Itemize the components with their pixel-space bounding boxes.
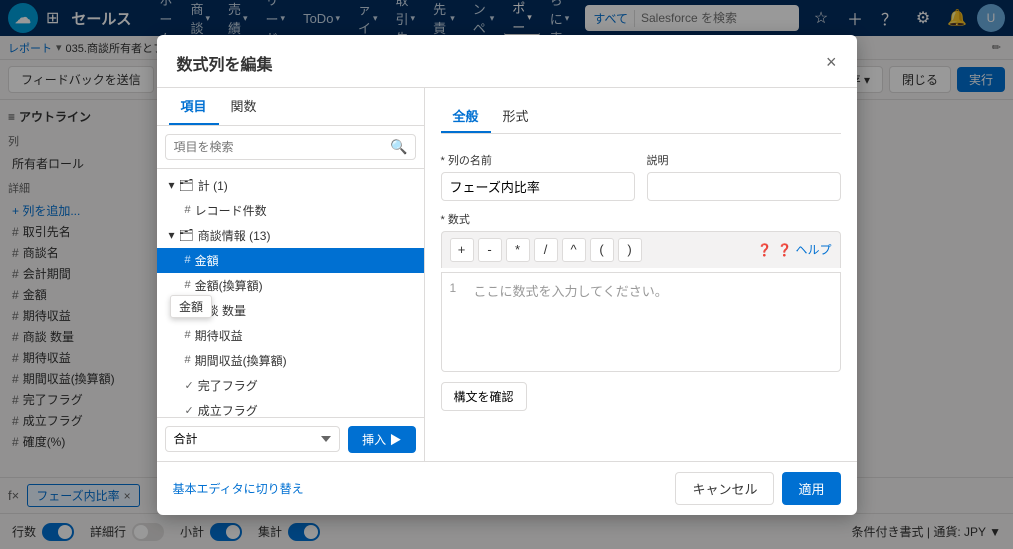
tab-general[interactable]: 全般 — [441, 100, 491, 133]
tree-group-deal-info: ▾ 🗂 商談情報 (13) # 金額 # 金額(換算額) — [157, 223, 424, 417]
tree-item-established-flag-label: 成立フラグ — [198, 402, 258, 417]
modal-overlay: 数式列を編集 × 項目 関数 🔍 ▾ — [0, 0, 1013, 549]
field-tree: ▾ 🗂 計 (1) # レコード件数 ▾ 🗂 — [157, 169, 424, 417]
tree-item-expected-label: 期待収益 — [195, 327, 243, 344]
tree-item-expected-prefix: # — [185, 329, 191, 341]
formula-name-row: * 列の名前 説明 — [441, 152, 841, 201]
tree-item-amount-converted-prefix: # — [185, 279, 191, 291]
tab-functions[interactable]: 関数 — [219, 88, 269, 125]
tree-group-deal-info-header[interactable]: ▾ 🗂 商談情報 (13) — [157, 223, 424, 248]
modal-left-tabs: 項目 関数 — [157, 88, 424, 126]
tree-group-deal-info-label: 商談情報 (13) — [198, 227, 271, 244]
insert-button[interactable]: 挿入 ▶ — [348, 426, 415, 453]
op-multiply[interactable]: * — [506, 238, 530, 262]
formula-name-label: * 列の名前 — [441, 152, 635, 168]
modal-footer-actions: キャンセル 適用 — [675, 472, 840, 505]
formula-name-group: * 列の名前 — [441, 152, 635, 201]
op-close-paren[interactable]: ) — [618, 238, 642, 262]
tooltip-text: 金額 — [179, 300, 203, 314]
tree-item-done-flag-prefix: ✓ — [185, 379, 194, 392]
modal-left-panel: 項目 関数 🔍 ▾ 🗂 計 (1) — [157, 88, 425, 461]
tree-item-period-revenue-prefix: # — [185, 354, 191, 366]
tree-item-period-revenue-label: 期間収益(換算額) — [195, 352, 287, 369]
tree-item-period-revenue[interactable]: # 期間収益(換算額) — [157, 348, 424, 373]
tree-item-done-flag[interactable]: ✓ 完了フラグ — [157, 373, 424, 398]
tree-item-amount-converted-label: 金額(換算額) — [195, 277, 263, 294]
modal-close-button[interactable]: × — [826, 52, 837, 73]
tree-item-amount[interactable]: # 金額 — [157, 248, 424, 273]
tree-group-total-label: 計 (1) — [198, 177, 228, 194]
tree-item-done-flag-label: 完了フラグ — [198, 377, 258, 394]
field-search-icon: 🔍 — [390, 138, 407, 155]
formula-editor-modal: 数式列を編集 × 項目 関数 🔍 ▾ — [157, 35, 857, 515]
tree-item-amount-prefix: # — [185, 254, 191, 266]
formula-desc-input[interactable] — [647, 172, 841, 201]
help-icon: ❓ — [757, 243, 772, 257]
formula-operators: + - * / ^ ( ) ❓ ❓ ヘルプ — [441, 231, 841, 268]
field-search-area: 🔍 — [157, 126, 424, 169]
modal-body: 項目 関数 🔍 ▾ 🗂 計 (1) — [157, 88, 857, 461]
tree-group-deal-info-chevron: ▾ — [169, 228, 175, 242]
modal-right-panel: 全般 形式 * 列の名前 説明 * 数式 + — [425, 88, 857, 461]
tree-item-record-count-prefix: # — [185, 204, 191, 216]
formula-editor[interactable]: 1 ここに数式を入力してください。 — [441, 272, 841, 372]
field-search-input[interactable] — [165, 134, 416, 160]
op-power[interactable]: ^ — [562, 238, 586, 262]
modal-footer: 基本エディタに切り替え キャンセル 適用 — [157, 461, 857, 515]
formula-section-label: * 数式 — [441, 211, 841, 227]
tree-item-record-count[interactable]: # レコード件数 — [157, 198, 424, 223]
modal-header: 数式列を編集 × — [157, 35, 857, 88]
modal-right-tabs: 全般 形式 — [441, 100, 841, 134]
tree-group-total-chevron: ▾ — [169, 178, 175, 192]
formula-desc-label: 説明 — [647, 152, 841, 168]
aggregate-select[interactable]: 合計 平均 最大 最小 件数 — [165, 426, 341, 452]
op-open-paren[interactable]: ( — [590, 238, 614, 262]
formula-section: * 数式 + - * / ^ ( ) ❓ ❓ ヘルプ — [441, 211, 841, 372]
cancel-button[interactable]: キャンセル — [675, 472, 774, 505]
tree-item-established-flag[interactable]: ✓ 成立フラグ — [157, 398, 424, 417]
apply-button[interactable]: 適用 — [782, 472, 840, 505]
tree-group-total-folder-icon: 🗂 — [179, 178, 194, 192]
help-link[interactable]: ❓ ❓ ヘルプ — [757, 241, 831, 258]
tree-item-amount-label: 金額 — [195, 252, 219, 269]
modal-title: 数式列を編集 — [177, 51, 273, 75]
tree-item-established-flag-prefix: ✓ — [185, 404, 194, 417]
tree-group-total-header[interactable]: ▾ 🗂 計 (1) — [157, 173, 424, 198]
tree-item-expected[interactable]: # 期待収益 — [157, 323, 424, 348]
tree-group-total: ▾ 🗂 計 (1) # レコード件数 — [157, 173, 424, 223]
tab-fields[interactable]: 項目 — [169, 88, 219, 125]
tree-item-record-count-label: レコード件数 — [195, 202, 267, 219]
tree-group-deal-info-folder-icon: 🗂 — [179, 228, 194, 242]
formula-name-input[interactable] — [441, 172, 635, 201]
formula-desc-group: 説明 — [647, 152, 841, 201]
formula-placeholder: ここに数式を入力してください。 — [474, 281, 668, 363]
op-divide[interactable]: / — [534, 238, 558, 262]
formula-line-number: 1 — [450, 281, 466, 363]
tooltip-popup: 金額 — [170, 295, 212, 318]
modal-aggregate-area: 合計 平均 最大 最小 件数 挿入 ▶ — [157, 417, 424, 461]
op-minus[interactable]: - — [478, 238, 502, 262]
verify-syntax-button[interactable]: 構文を確認 — [441, 382, 527, 411]
tree-item-amount-converted[interactable]: # 金額(換算額) — [157, 273, 424, 298]
op-plus[interactable]: + — [450, 238, 474, 262]
switch-editor-link[interactable]: 基本エディタに切り替え — [173, 480, 304, 497]
help-label: ❓ ヘルプ — [777, 241, 831, 258]
tab-format[interactable]: 形式 — [491, 100, 541, 133]
